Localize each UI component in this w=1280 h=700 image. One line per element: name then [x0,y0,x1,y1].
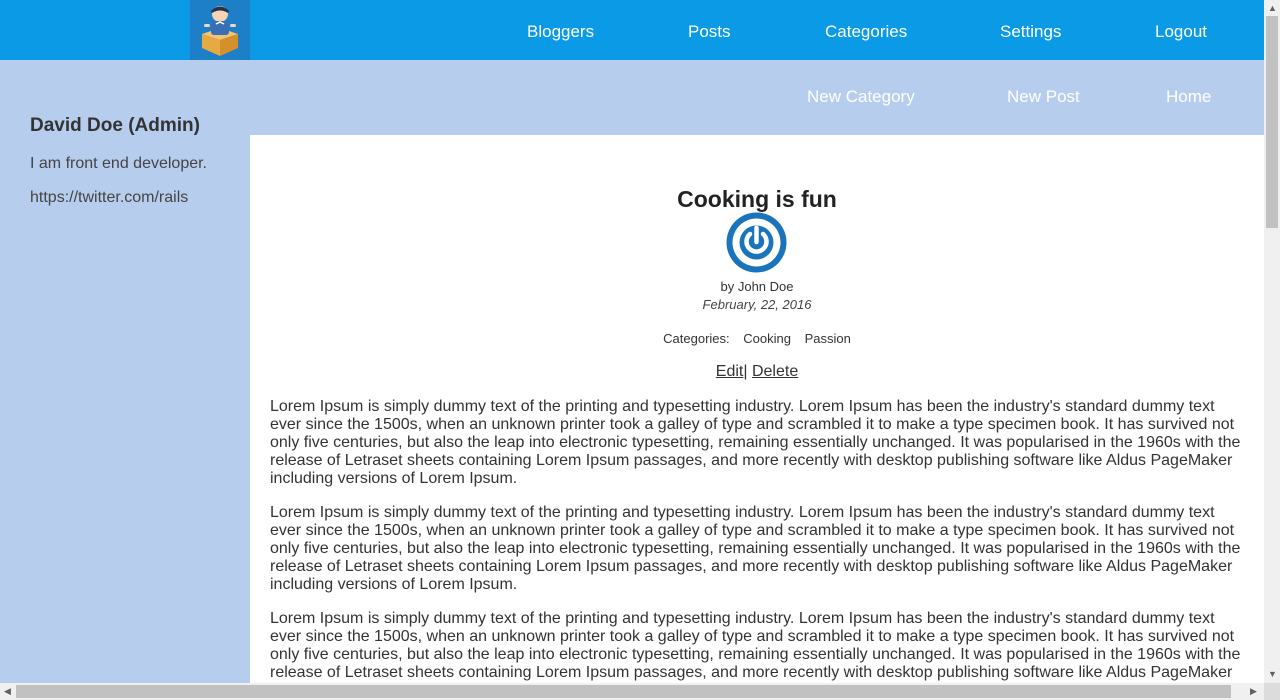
post-paragraph: Lorem Ipsum is simply dummy text of the … [270,398,1241,487]
nav-posts[interactable]: Posts [688,22,731,42]
post-date: February, 22, 2016 [702,297,812,312]
scroll-up-arrow-icon[interactable]: ▲ [1268,4,1277,13]
scroll-left-arrow-icon[interactable]: ◀ [4,687,11,696]
post-paragraph: Lorem Ipsum is simply dummy text of the … [270,610,1241,683]
home-link[interactable]: Home [1166,87,1211,107]
category-tag-passion[interactable]: Passion [805,331,851,346]
post-content: Cooking is fun by John Doe February, 22,… [250,135,1264,683]
delete-link[interactable]: Delete [752,363,798,380]
sidebar-user-link[interactable]: https://twitter.com/rails [30,189,188,207]
post-actions: Edit| Delete [250,363,1264,381]
action-separator: | [743,363,748,380]
vertical-scroll-thumb[interactable] [1266,16,1278,228]
post-title: Cooking is fun [677,186,837,212]
nav-categories[interactable]: Categories [825,22,907,42]
new-post-link[interactable]: New Post [1007,87,1080,107]
category-tag-cooking[interactable]: Cooking [743,331,791,346]
nav-logout[interactable]: Logout [1155,22,1207,42]
nav-bloggers[interactable]: Bloggers [527,22,594,42]
scroll-right-arrow-icon[interactable]: ▶ [1250,687,1257,696]
sidebar-user-bio: I am front end developer. [30,155,207,172]
post-body: Lorem Ipsum is simply dummy text of the … [270,398,1250,683]
post-author: by John Doe [720,279,794,294]
edit-link[interactable]: Edit [716,363,744,380]
post-categories: Categories: Cooking Passion [250,331,1264,346]
power-icon [726,212,787,273]
sidebar-user-name: David Doe (Admin) [30,115,200,136]
horizontal-scroll-thumb[interactable] [16,685,1231,698]
scrollbar-corner [1264,683,1280,700]
post-paragraph: Lorem Ipsum is simply dummy text of the … [270,504,1241,593]
scroll-down-arrow-icon[interactable]: ▼ [1268,670,1277,679]
site-logo[interactable] [190,0,250,60]
new-category-link[interactable]: New Category [807,87,915,107]
nav-settings[interactable]: Settings [1000,22,1061,42]
categories-label: Categories: [663,331,730,346]
